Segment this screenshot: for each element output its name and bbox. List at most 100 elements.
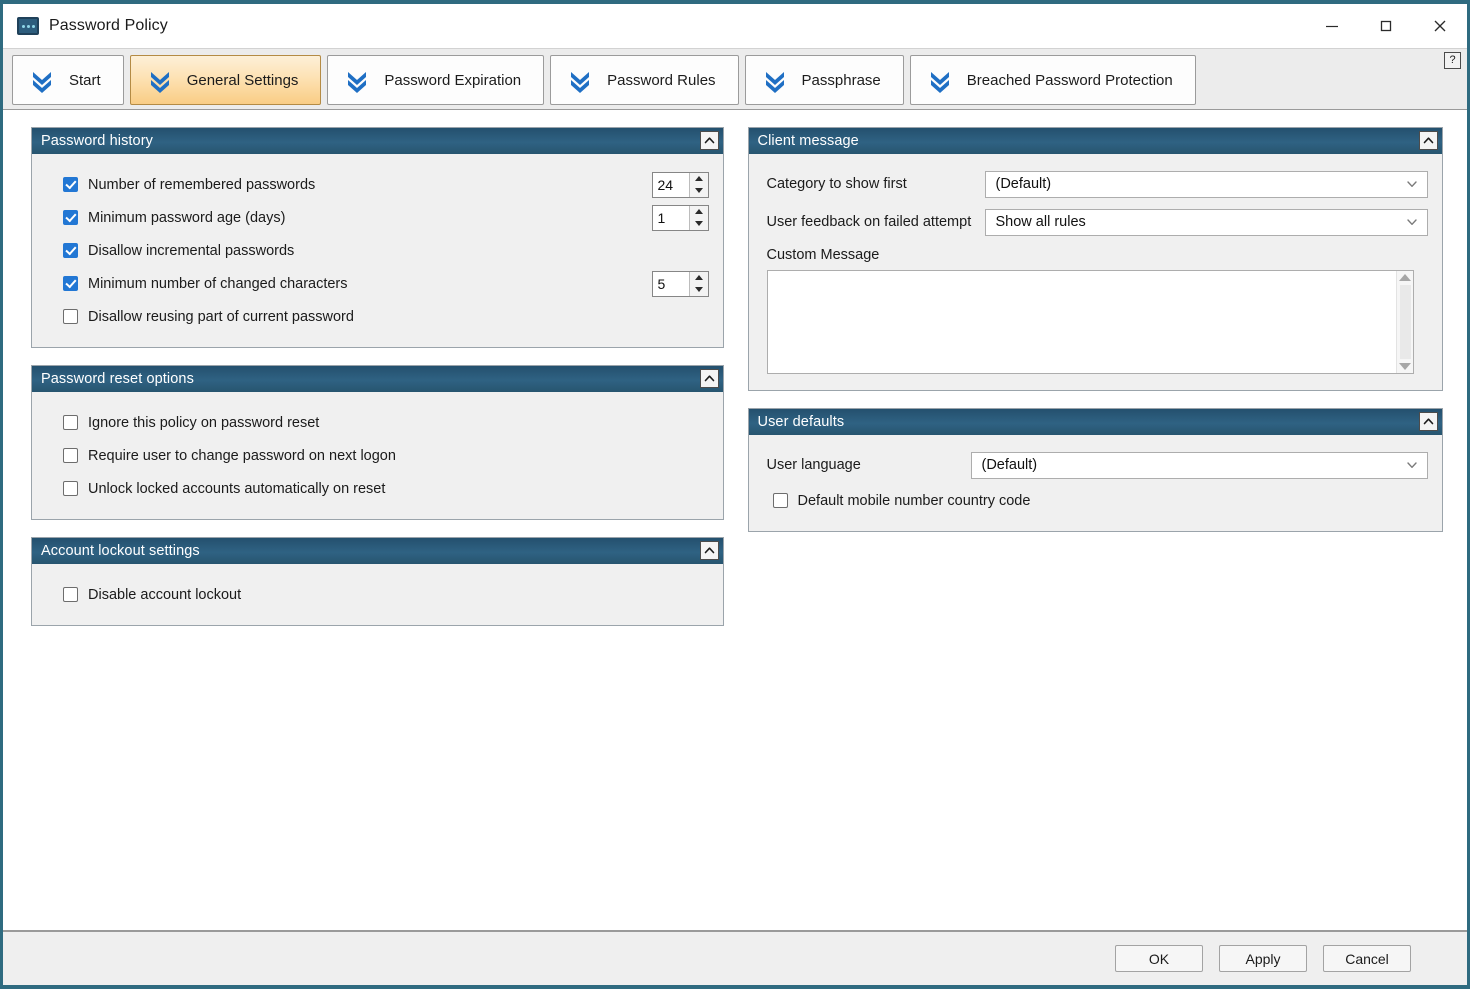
option-label: Disallow incremental passwords: [88, 243, 294, 259]
group-password-history: Password history Number of remembered pa…: [31, 127, 724, 348]
checkbox-minimum-password-age[interactable]: [63, 210, 78, 225]
dropdown-user-language[interactable]: (Default): [971, 452, 1429, 479]
collapse-button[interactable]: [1419, 412, 1438, 431]
group-title: Password history: [41, 133, 153, 149]
collapse-button[interactable]: [1419, 131, 1438, 150]
chevron-up-icon: [703, 134, 716, 147]
collapse-button[interactable]: [700, 131, 719, 150]
option-row-default-mobile-country-code: Default mobile number country code: [749, 484, 1429, 517]
spinner-down-button[interactable]: [690, 185, 708, 197]
option-row-require-change-next-logon: Require user to change password on next …: [46, 439, 709, 472]
option-label: Default mobile number country code: [798, 493, 1031, 509]
spinner-up-button[interactable]: [690, 272, 708, 284]
scroll-down-icon[interactable]: [1399, 363, 1411, 370]
spinner-input[interactable]: [653, 206, 689, 230]
tab-label: Start: [69, 72, 101, 89]
option-row-unlock-locked-accounts: Unlock locked accounts automatically on …: [46, 472, 709, 505]
collapse-button[interactable]: [700, 541, 719, 560]
field-label: User language: [767, 457, 971, 473]
chevron-up-icon: [703, 372, 716, 385]
maximize-icon: [1378, 18, 1394, 34]
option-label: Unlock locked accounts automatically on …: [88, 481, 385, 497]
scrollbar-thumb[interactable]: [1400, 285, 1411, 359]
triangle-up-icon: [695, 209, 703, 214]
triangle-down-icon: [695, 188, 703, 193]
spinner-minimum-changed-characters[interactable]: [652, 271, 709, 297]
minimize-button[interactable]: [1305, 4, 1359, 48]
field-row-user-feedback-on-failed-attempt: User feedback on failed attempt Show all…: [749, 203, 1429, 241]
tab-label: Password Rules: [607, 72, 715, 89]
option-row-disallow-reusing-part: Disallow reusing part of current passwor…: [46, 300, 709, 333]
spinner-minimum-password-age[interactable]: [652, 205, 709, 231]
tab-password-rules[interactable]: Password Rules: [550, 55, 738, 105]
tab-password-expiration[interactable]: Password Expiration: [327, 55, 544, 105]
tab-passphrase[interactable]: Passphrase: [745, 55, 904, 105]
dropdown-category-to-show-first[interactable]: (Default): [985, 171, 1429, 198]
checkbox-remembered-passwords[interactable]: [63, 177, 78, 192]
cancel-button[interactable]: Cancel: [1323, 945, 1411, 972]
collapse-button[interactable]: [700, 369, 719, 388]
group-body: User language (Default) Default mobile n…: [749, 435, 1443, 531]
content-area: Password history Number of remembered pa…: [3, 110, 1467, 930]
dialog-footer: OK Apply Cancel: [3, 930, 1467, 985]
app-icon: [17, 17, 39, 35]
spinner-down-button[interactable]: [690, 284, 708, 296]
chevron-down-icon: [1405, 458, 1419, 472]
checkbox-disallow-incremental-passwords[interactable]: [63, 243, 78, 258]
spinner-up-button[interactable]: [690, 173, 708, 185]
checkbox-default-mobile-country-code[interactable]: [773, 493, 788, 508]
title-bar: Password Policy: [3, 4, 1467, 48]
option-label: Ignore this policy on password reset: [88, 415, 319, 431]
checkbox-minimum-changed-characters[interactable]: [63, 276, 78, 291]
tab-breached-password-protection[interactable]: Breached Password Protection: [910, 55, 1196, 105]
double-chevron-down-icon: [29, 67, 55, 93]
group-title: Client message: [758, 133, 859, 149]
spinner-buttons: [689, 272, 708, 296]
apply-button[interactable]: Apply: [1219, 945, 1307, 972]
option-label: Disallow reusing part of current passwor…: [88, 309, 354, 325]
checkbox-disallow-reusing-part[interactable]: [63, 309, 78, 324]
checkbox-ignore-policy-on-reset[interactable]: [63, 415, 78, 430]
help-button[interactable]: ?: [1444, 52, 1461, 69]
checkbox-disable-account-lockout[interactable]: [63, 587, 78, 602]
spinner-input[interactable]: [653, 272, 689, 296]
group-title: Password reset options: [41, 371, 194, 387]
group-header: User defaults: [749, 409, 1443, 435]
spinner-remembered-passwords[interactable]: [652, 172, 709, 198]
chevron-up-icon: [703, 544, 716, 557]
group-body: Category to show first (Default) User fe…: [749, 154, 1443, 390]
custom-message-input[interactable]: [768, 271, 1397, 373]
group-header: Account lockout settings: [32, 538, 723, 564]
tab-general-settings[interactable]: General Settings: [130, 55, 322, 105]
group-title: User defaults: [758, 414, 845, 430]
maximize-button[interactable]: [1359, 4, 1413, 48]
option-label: Disable account lockout: [88, 587, 241, 603]
double-chevron-down-icon: [762, 67, 788, 93]
group-header: Client message: [749, 128, 1443, 154]
scroll-up-icon[interactable]: [1399, 274, 1411, 281]
option-label: Minimum number of changed characters: [88, 276, 348, 292]
custom-message-scrollbar[interactable]: [1396, 271, 1413, 373]
option-row-minimum-changed-characters: Minimum number of changed characters: [46, 267, 709, 300]
spinner-up-button[interactable]: [690, 206, 708, 218]
field-label: Category to show first: [767, 176, 985, 192]
window-controls: [1305, 4, 1467, 48]
option-label: Require user to change password on next …: [88, 448, 396, 464]
checkbox-require-change-next-logon[interactable]: [63, 448, 78, 463]
spinner-input[interactable]: [653, 173, 689, 197]
custom-message-field: [767, 270, 1415, 374]
field-label: User feedback on failed attempt: [767, 214, 985, 230]
option-row-minimum-password-age: Minimum password age (days): [46, 201, 709, 234]
option-label: Number of remembered passwords: [88, 177, 315, 193]
tab-start[interactable]: Start: [12, 55, 124, 105]
group-password-reset-options: Password reset options Ignore this polic…: [31, 365, 724, 520]
spinner-buttons: [689, 206, 708, 230]
close-button[interactable]: [1413, 4, 1467, 48]
spinner-down-button[interactable]: [690, 218, 708, 230]
ok-button[interactable]: OK: [1115, 945, 1203, 972]
group-header: Password history: [32, 128, 723, 154]
triangle-down-icon: [695, 221, 703, 226]
checkbox-unlock-locked-accounts[interactable]: [63, 481, 78, 496]
dropdown-user-feedback-on-failed-attempt[interactable]: Show all rules: [985, 209, 1429, 236]
field-row-user-language: User language (Default): [749, 446, 1429, 484]
